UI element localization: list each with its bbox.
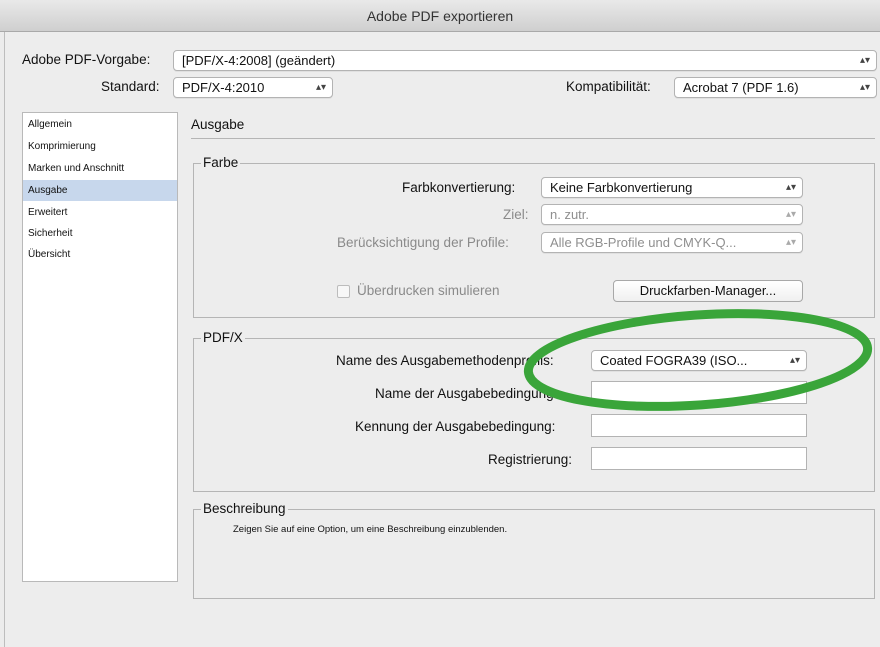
sidebar-item-marken[interactable]: Marken und Anschnitt — [23, 158, 177, 179]
color-conversion-select[interactable]: Keine Farbkonvertierung ▴▾ — [541, 177, 803, 198]
target-select[interactable]: n. zutr. ▴▾ — [541, 204, 803, 225]
registry-label: Registrierung: — [488, 452, 573, 467]
color-conversion-label: Farbkonvertierung: — [402, 180, 516, 195]
sidebar-item-komprimierung[interactable]: Komprimierung — [23, 136, 177, 157]
target-value: n. zutr. — [550, 207, 590, 222]
color-conversion-value: Keine Farbkonvertierung — [550, 180, 693, 195]
annotation-ellipse-stroke — [523, 309, 873, 411]
sidebar-item-label: Übersicht — [28, 249, 71, 260]
sidebar-item-label: Komprimierung — [28, 141, 96, 152]
sidebar-item-erweitert[interactable]: Erweitert — [23, 202, 177, 223]
profiles-select[interactable]: Alle RGB-Profile und CMYK-Q... ▴▾ — [541, 232, 803, 253]
window-title: Adobe PDF exportieren — [366, 8, 514, 24]
standard-label: Standard: — [101, 79, 160, 94]
sidebar-item-label: Ausgabe — [28, 185, 68, 196]
sidebar-item-label: Sicherheit — [28, 228, 73, 239]
preset-select-value: [PDF/X-4:2008] (geändert) — [182, 53, 336, 68]
sidebar-item-label: Marken und Anschnitt — [28, 163, 125, 174]
category-sidebar: Allgemein Komprimierung Marken und Ansch… — [22, 112, 178, 582]
select-arrows-icon: ▴▾ — [859, 82, 870, 93]
sidebar-item-sicherheit[interactable]: Sicherheit — [23, 223, 177, 244]
select-arrows-icon: ▴▾ — [315, 82, 326, 93]
condition-id-label: Kennung der Ausgabebedingung: — [355, 419, 556, 434]
standard-select[interactable]: PDF/X-4:2010 ▴▾ — [173, 77, 333, 98]
compat-label: Kompatibilität: — [566, 79, 651, 94]
select-arrows-icon: ▴▾ — [785, 237, 796, 248]
description-group — [193, 509, 875, 599]
description-text: Zeigen Sie auf eine Option, um eine Besc… — [233, 524, 508, 535]
ink-manager-label: Druckfarben-Manager... — [639, 283, 777, 298]
condition-id-field[interactable] — [591, 414, 807, 437]
select-arrows-icon: ▴▾ — [859, 55, 870, 66]
compat-select-value: Acrobat 7 (PDF 1.6) — [683, 80, 799, 95]
preset-select[interactable]: [PDF/X-4:2008] (geändert) ▴▾ — [173, 50, 877, 71]
page-title: Ausgabe — [191, 117, 245, 132]
annotation-ellipse — [523, 309, 873, 411]
overprint-label: Überdrucken simulieren — [357, 283, 500, 298]
profiles-value: Alle RGB-Profile und CMYK-Q... — [550, 235, 737, 250]
preset-label: Adobe PDF-Vorgabe: — [22, 52, 151, 67]
title-divider — [191, 138, 875, 139]
ink-manager-button[interactable]: Druckfarben-Manager... — [613, 280, 803, 302]
farbe-group-label: Farbe — [201, 155, 241, 170]
overprint-checkbox[interactable] — [337, 285, 350, 298]
pdfx-group-label: PDF/X — [201, 330, 245, 345]
compat-select[interactable]: Acrobat 7 (PDF 1.6) ▴▾ — [674, 77, 877, 98]
standard-select-value: PDF/X-4:2010 — [182, 80, 265, 95]
description-group-label: Beschreibung — [201, 501, 288, 516]
profiles-label: Berücksichtigung der Profile: — [337, 235, 509, 250]
target-label: Ziel: — [503, 207, 529, 222]
sidebar-item-label: Allgemein — [28, 119, 72, 130]
sidebar-item-label: Erweitert — [28, 207, 68, 218]
sidebar-item-ausgabe[interactable]: Ausgabe — [23, 180, 177, 201]
select-arrows-icon: ▴▾ — [785, 209, 796, 220]
sidebar-item-allgemein[interactable]: Allgemein — [23, 114, 177, 135]
sidebar-item-uebersicht[interactable]: Übersicht — [23, 244, 177, 265]
select-arrows-icon: ▴▾ — [785, 182, 796, 193]
registry-field[interactable] — [591, 447, 807, 470]
window-titlebar: Adobe PDF exportieren — [0, 0, 880, 32]
